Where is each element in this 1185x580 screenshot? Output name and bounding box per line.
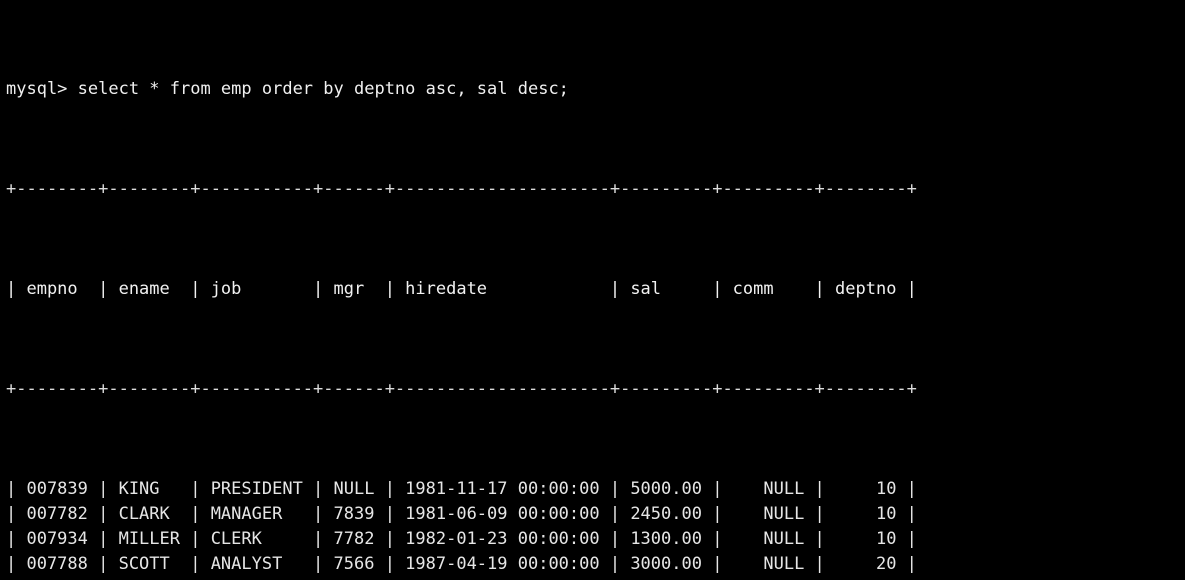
terminal-screen[interactable]: mysql> select * from emp order by deptno… <box>0 0 1185 580</box>
table-row: | 007934 | MILLER | CLERK | 7782 | 1982-… <box>6 529 917 549</box>
table-top-border: +--------+--------+-----------+------+--… <box>6 179 917 199</box>
table-row: | 007788 | SCOTT | ANALYST | 7566 | 1987… <box>6 554 917 574</box>
table-header-row: | empno | ename | job | mgr | hiredate |… <box>6 279 917 299</box>
table-row: | 007839 | KING | PRESIDENT | NULL | 198… <box>6 479 917 499</box>
table-header-border: +--------+--------+-----------+------+--… <box>6 379 917 399</box>
table-body: | 007839 | KING | PRESIDENT | NULL | 198… <box>6 477 1185 580</box>
command-prompt-line[interactable]: mysql> select * from emp order by deptno… <box>6 77 1185 102</box>
table-row: | 007782 | CLARK | MANAGER | 7839 | 1981… <box>6 504 917 524</box>
terminal-window: mysql> select * from emp order by deptno… <box>0 0 1185 580</box>
